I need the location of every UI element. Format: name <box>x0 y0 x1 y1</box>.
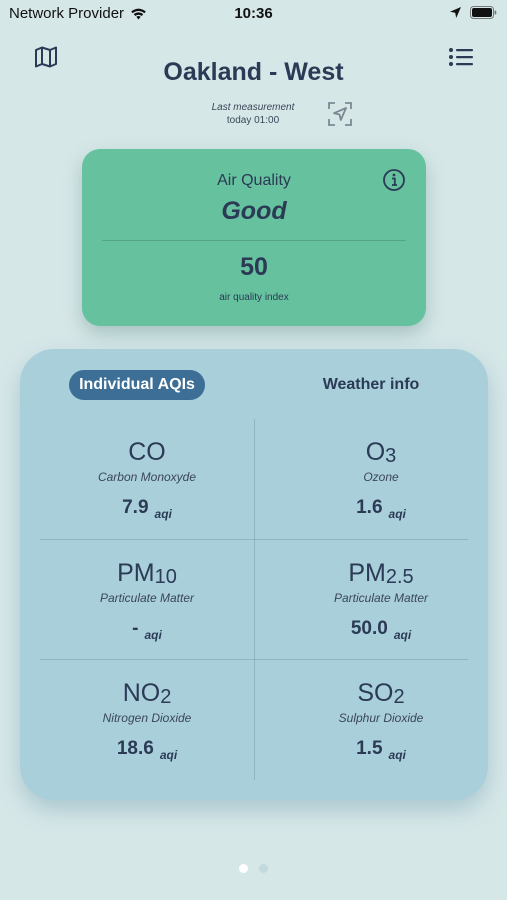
pollutant-value: 50.0 <box>350 618 388 639</box>
pollutant-formula: PM2.5 <box>274 559 488 588</box>
formula-main: PM <box>117 559 155 587</box>
formula-sub: 10 <box>154 566 177 588</box>
pollutant-reading: 1.6 aqi <box>274 497 488 521</box>
locate-button[interactable] <box>327 101 353 127</box>
pollutant-formula: CO <box>40 438 254 467</box>
status-right <box>449 6 497 19</box>
pollutant-value: 18.6 <box>116 738 154 759</box>
pollutant-unit: aqi <box>159 748 178 762</box>
pollutant-unit: aqi <box>154 507 172 521</box>
air-quality-index-value: 50 <box>240 253 268 281</box>
last-measurement: Last measurement today 01:00 <box>203 101 303 127</box>
pollutant-cell-pm10[interactable]: PM10 Particulate Matter - aqi <box>40 540 254 660</box>
formula-main: CO <box>128 438 166 466</box>
pollutant-reading: 7.9 aqi <box>40 497 254 521</box>
page-dot[interactable] <box>239 864 248 873</box>
pollutant-name: Ozone <box>363 470 399 484</box>
pollutant-value: 1.5 <box>356 738 383 759</box>
pollutant-value: - <box>132 618 139 639</box>
location-arrow-icon <box>328 102 352 126</box>
pollutant-value: 7.9 <box>122 497 149 518</box>
pollutant-reading: - aqi <box>40 618 254 642</box>
pollutant-name: Nitrogen Dioxide <box>102 711 192 725</box>
formula-sub: 2.5 <box>385 566 414 588</box>
info-icon <box>383 169 405 191</box>
location-services-icon <box>450 7 461 18</box>
pollutant-unit: aqi <box>388 507 406 521</box>
formula-main: SO <box>357 679 394 707</box>
location-title: Oakland - West <box>163 58 344 86</box>
pollutant-value: 1.6 <box>356 497 383 518</box>
pollutant-formula: SO2 <box>274 679 488 708</box>
pollutant-unit: aqi <box>144 628 162 642</box>
formula-main: PM <box>348 559 386 587</box>
divider <box>102 240 406 241</box>
pollutant-reading: 1.5 aqi <box>274 738 488 762</box>
pollutant-reading: 50.0 aqi <box>274 618 488 642</box>
air-quality-card: Air Quality Good 50 air quality index <box>82 149 426 326</box>
air-quality-title: Air Quality <box>217 172 291 189</box>
pollutant-cell-so2[interactable]: SO2 Sulphur Dioxide 1.5 aqi <box>274 660 488 780</box>
tab-weather-info[interactable]: Weather info <box>300 370 442 400</box>
pollutant-name: Sulphur Dioxide <box>338 711 424 725</box>
air-quality-index-label: air quality index <box>219 292 289 303</box>
formula-main: O <box>365 438 386 466</box>
grid-divider-vertical <box>254 419 255 780</box>
info-button[interactable] <box>382 168 406 192</box>
pollutant-formula: NO2 <box>40 679 254 708</box>
formula-sub: 3 <box>385 445 397 467</box>
pollutant-name: Particulate Matter <box>333 591 429 605</box>
pollutant-formula: O3 <box>274 438 488 467</box>
status-bar: Network Provider 10:36 <box>0 0 507 30</box>
pollutant-reading: 18.6 aqi <box>40 738 254 762</box>
pollutant-unit: aqi <box>393 628 412 642</box>
pollutant-cell-co[interactable]: CO Carbon Monoxyde 7.9 aqi <box>40 419 254 539</box>
pollutant-formula: PM10 <box>40 559 254 588</box>
pollutant-cell-no2[interactable]: NO2 Nitrogen Dioxide 18.6 aqi <box>40 660 254 780</box>
tab-individual-aqis[interactable]: Individual AQIs <box>69 370 205 400</box>
page-dot[interactable] <box>259 864 268 873</box>
pollutant-cell-o3[interactable]: O3 Ozone 1.6 aqi <box>274 419 488 539</box>
air-quality-status: Good <box>221 197 287 225</box>
last-measurement-time: today 01:00 <box>226 115 280 126</box>
pollutant-panel: Individual AQIs Weather info CO Carbon M… <box>20 349 488 800</box>
pollutant-name: Particulate Matter <box>99 591 195 605</box>
pollutant-cell-pm25[interactable]: PM2.5 Particulate Matter 50.0 aqi <box>274 540 488 660</box>
battery-icon <box>470 6 497 19</box>
pollutant-unit: aqi <box>388 748 406 762</box>
last-measurement-label: Last measurement <box>211 102 295 113</box>
status-time: 10:36 <box>234 5 273 22</box>
pollutant-name: Carbon Monoxyde <box>97 470 197 484</box>
page-indicator[interactable] <box>0 864 507 873</box>
formula-main: NO <box>122 679 161 707</box>
formula-sub: 2 <box>160 686 172 708</box>
formula-sub: 2 <box>393 686 405 708</box>
